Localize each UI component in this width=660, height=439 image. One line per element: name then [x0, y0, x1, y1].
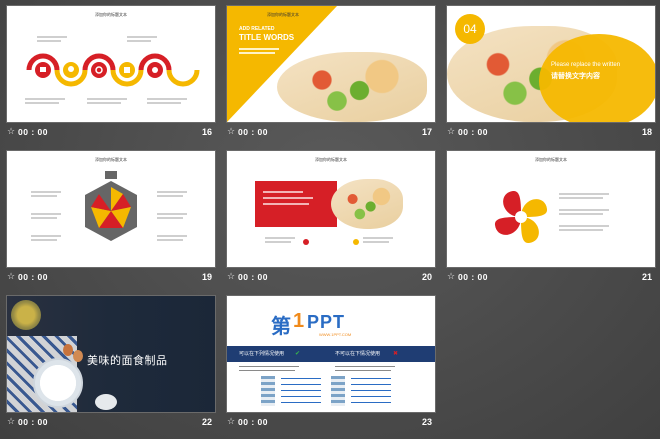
- slide-title: 添加你的标题文本: [535, 157, 567, 162]
- slide-preview: 添加你的标题文本: [446, 150, 656, 268]
- slide-number: 19: [201, 272, 212, 282]
- logo-num: 1: [293, 310, 305, 332]
- badge-circle: 04: [455, 14, 485, 44]
- slide-preview: 美味的面食制品: [6, 295, 216, 413]
- heading-small: ADD RELATED: [239, 26, 275, 32]
- slide-timing: 00 : 00: [18, 417, 48, 427]
- slide-meta: ☆ 00 : 00 22: [6, 416, 216, 430]
- slide-preview: 第 1 PPT WWW.1PPT.COM 可以在下列情况使用 ✔ 不可以在下情况…: [226, 295, 436, 413]
- slide-timing: 00 : 00: [238, 272, 268, 282]
- slide-timing: 00 : 00: [238, 417, 268, 427]
- star-icon[interactable]: ☆: [447, 126, 455, 137]
- slide-timing: 00 : 00: [18, 272, 48, 282]
- slide-timing: 00 : 00: [238, 127, 268, 137]
- caption-cn: 请替换文字内容: [551, 73, 600, 80]
- slide-meta: ☆ 00 : 00 17: [226, 126, 436, 140]
- slide-timing: 00 : 00: [458, 127, 488, 137]
- slide-title: 添加你的标题文本: [95, 157, 127, 162]
- slide-meta: ☆ 00 : 00 16: [6, 126, 216, 140]
- slide-meta: ☆ 00 : 00 19: [6, 271, 216, 285]
- slide-timing: 00 : 00: [458, 272, 488, 282]
- slide-title: 添加你的标题文本: [95, 12, 127, 17]
- slide-meta: ☆ 00 : 00 23: [226, 416, 436, 430]
- caption-en: Please replace the written: [551, 62, 621, 68]
- slide-preview: 添加你的标题文本: [226, 150, 436, 268]
- slide-timing: 00 : 00: [18, 127, 48, 137]
- slide-title: 添加你的标题文本: [315, 157, 347, 162]
- slide-meta: ☆ 00 : 00 21: [446, 271, 656, 285]
- food-photo: [331, 179, 403, 229]
- slide-preview: 04 Please replace the written 请替换文字内容: [446, 5, 656, 123]
- star-icon[interactable]: ☆: [7, 126, 15, 137]
- slide-number: 16: [201, 127, 212, 137]
- star-icon[interactable]: ☆: [7, 271, 15, 282]
- logo-sub: WWW.1PPT.COM: [319, 332, 352, 337]
- slide-title: 添加你的标题文本: [267, 12, 299, 17]
- star-icon[interactable]: ☆: [447, 271, 455, 282]
- slide-preview: 添加你的标题文本: [6, 150, 216, 268]
- slide-number: 21: [641, 272, 652, 282]
- slide-preview: 添加你的标题文本 ADD RELATED TITLE WORDS: [226, 5, 436, 123]
- slide-meta: ☆ 00 : 00 20: [226, 271, 436, 285]
- slide-number: 20: [421, 272, 432, 282]
- slide-meta: ☆ 00 : 00 18: [446, 126, 656, 140]
- star-icon[interactable]: ☆: [227, 271, 235, 282]
- logo-cn: 第: [271, 316, 291, 338]
- slide-number: 22: [201, 417, 212, 427]
- star-icon[interactable]: ☆: [227, 416, 235, 427]
- logo-en: PPT: [307, 312, 346, 332]
- slide-preview: 添加你的标题文本: [6, 5, 216, 123]
- slide-number: 18: [641, 127, 652, 137]
- food-photo: [277, 52, 427, 122]
- left-heading: 可以在下列情况使用: [239, 351, 285, 357]
- right-heading: 不可以在下情况使用: [335, 351, 381, 357]
- slide-number: 17: [421, 127, 432, 137]
- slide-caption: 美味的面食制品: [87, 355, 168, 367]
- slide-number: 23: [421, 417, 432, 427]
- heading-big: TITLE WORDS: [239, 33, 295, 42]
- star-icon[interactable]: ☆: [227, 126, 235, 137]
- star-icon[interactable]: ☆: [7, 416, 15, 427]
